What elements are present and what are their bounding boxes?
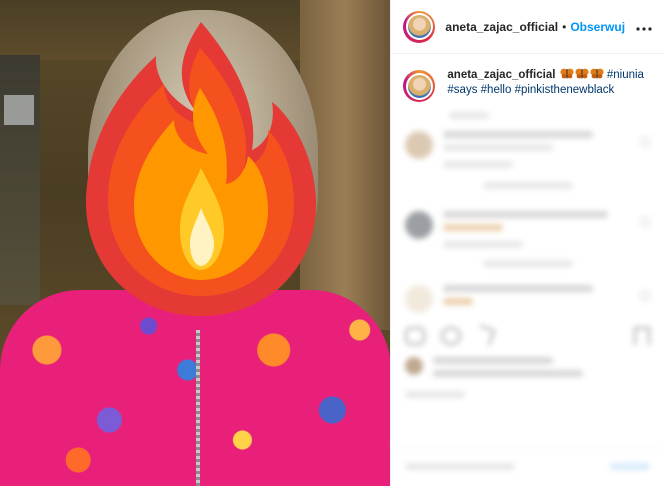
comment-avatar[interactable] — [405, 131, 434, 159]
comment-like-icon[interactable] — [640, 137, 650, 147]
action-bar — [391, 313, 664, 346]
butterfly-emoji-icon — [590, 68, 604, 79]
comment-icon[interactable] — [441, 327, 462, 345]
comment-like-icon[interactable] — [640, 217, 650, 227]
photo-subject-zipper — [196, 330, 200, 486]
post-sidebar: aneta_zajac_official • Obserwuj aneta_za… — [390, 0, 664, 486]
like-icon[interactable] — [405, 327, 426, 345]
hashtag-link[interactable]: #pinkisthenewblack — [515, 84, 615, 96]
caption-text: aneta_zajac_official #niunia #says #hell… — [447, 68, 644, 102]
butterfly-emoji-icon — [575, 68, 589, 79]
add-comment-bar — [391, 445, 664, 486]
caption-username[interactable]: aneta_zajac_official — [447, 69, 555, 81]
comment-item[interactable] — [391, 285, 664, 313]
story-ring[interactable] — [403, 10, 436, 43]
instagram-post-modal: aneta_zajac_official • Obserwuj aneta_za… — [0, 0, 664, 486]
post-photo[interactable] — [0, 0, 391, 486]
photo-background-window — [0, 55, 40, 305]
comment-like-icon[interactable] — [640, 291, 650, 301]
more-options-icon[interactable] — [636, 19, 652, 35]
caption-avatar[interactable] — [405, 72, 433, 100]
comment-item[interactable] — [391, 211, 664, 254]
post-date — [391, 383, 664, 398]
blurred-comments — [391, 102, 664, 398]
hashtag-link[interactable]: #niunia — [607, 69, 644, 81]
post-comment-button[interactable] — [610, 462, 650, 470]
comment-avatar[interactable] — [405, 211, 434, 239]
comment-avatar[interactable] — [405, 285, 434, 313]
view-replies[interactable] — [391, 174, 664, 189]
post-caption: aneta_zajac_official #niunia #says #hell… — [391, 54, 664, 102]
liker-avatar — [405, 357, 424, 375]
username-link[interactable]: aneta_zajac_official — [445, 20, 558, 34]
post-header: aneta_zajac_official • Obserwuj — [391, 0, 664, 54]
hashtag-link[interactable]: #says — [447, 84, 477, 96]
view-replies[interactable] — [391, 254, 664, 267]
avatar[interactable] — [405, 13, 433, 40]
save-icon[interactable] — [634, 327, 650, 345]
follow-button[interactable]: Obserwuj — [570, 20, 625, 34]
caption-story-ring[interactable] — [403, 70, 436, 102]
comment-input[interactable] — [405, 462, 516, 470]
butterfly-emoji-icon — [560, 68, 574, 79]
comment-item[interactable] — [391, 131, 664, 174]
share-icon[interactable] — [475, 324, 496, 346]
hashtag-link[interactable]: #hello — [481, 84, 512, 96]
likes-summary[interactable] — [391, 357, 664, 383]
caption-timestamp — [391, 102, 664, 119]
separator-dot: • — [562, 19, 567, 34]
fire-emoji-icon — [85, 22, 317, 316]
